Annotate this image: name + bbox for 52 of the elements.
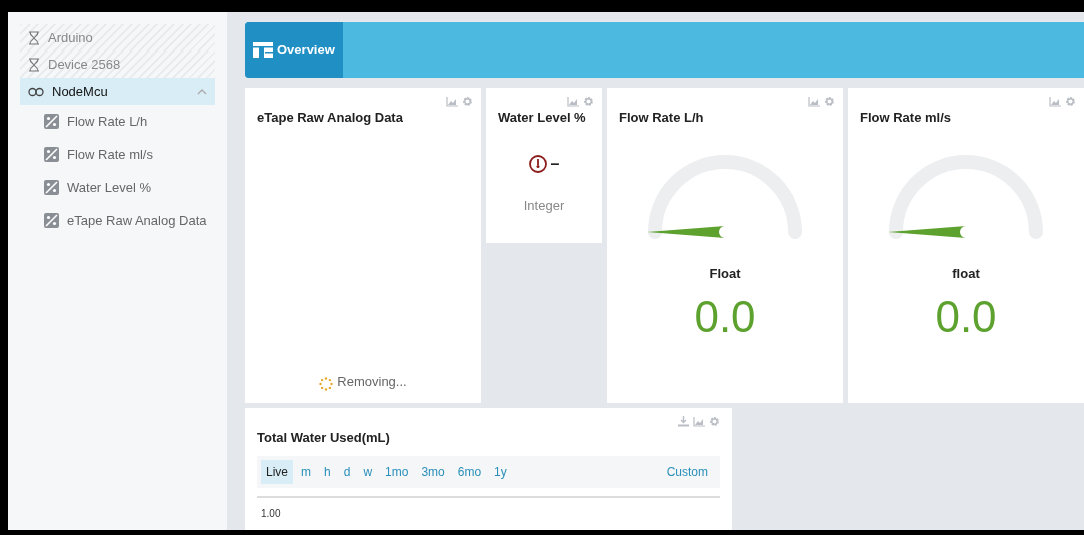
range-tab[interactable]: 6mo [452,459,487,484]
datastream-item[interactable]: Flow Rate ml/s [44,138,227,171]
range-tab[interactable]: 1y [489,459,512,484]
chart-icon[interactable] [1049,96,1061,107]
hourglass-icon [28,57,40,72]
widget-value: – [550,153,560,174]
widget-title: Total Water Used(mL) [257,429,390,447]
range-tab[interactable]: w [358,459,378,484]
dashboard-icon [253,42,273,58]
datastream-icon [44,213,59,228]
widget-title: Water Level % [498,109,586,127]
download-icon[interactable] [678,416,689,427]
range-tab[interactable]: 1mo [380,459,414,484]
status-text: Removing... [337,372,407,391]
value-type: float [952,264,980,283]
settings-icon[interactable] [1065,96,1076,107]
datastream-icon [44,147,59,162]
range-tab[interactable]: 3mo [416,459,450,484]
widget-title: eTape Raw Analog Data [257,109,403,127]
device-item[interactable]: NodeMcu [20,78,215,105]
widget-value: 0.0 [935,295,997,339]
widget-title: Flow Rate L/h [619,109,704,127]
datastream-item[interactable]: Flow Rate L/h [44,105,227,138]
range-tab[interactable]: d [338,459,356,484]
chart-icon[interactable] [693,416,705,427]
device-item[interactable]: Device 2568 [20,51,215,78]
datastream-icon [44,180,59,195]
value-type: Float [709,264,741,283]
widget-title: Flow Rate ml/s [860,109,952,127]
link-icon [28,86,44,97]
widget-value: 0.0 [694,295,756,339]
datastream-item[interactable]: Water Level % [44,171,227,204]
value-type: Integer [523,196,565,215]
range-tab[interactable]: h [319,459,336,484]
hourglass-icon [28,30,40,45]
settings-icon[interactable] [462,96,473,107]
chart-icon[interactable] [446,96,458,107]
axis-label: 1.00 [260,506,282,521]
chart-icon[interactable] [567,96,579,107]
settings-icon[interactable] [824,96,835,107]
datastream-icon [44,114,59,129]
range-tab[interactable]: Live [261,459,293,484]
spinner-icon [319,377,334,391]
settings-icon[interactable] [709,416,720,427]
range-tab[interactable]: m [296,459,316,484]
device-item[interactable]: Arduino [20,24,215,51]
overview-tab[interactable]: Overview [245,22,343,78]
settings-icon[interactable] [583,96,594,107]
chart-icon[interactable] [808,96,820,107]
caret-icon[interactable] [197,88,207,95]
datastream-item[interactable]: eTape Raw Analog Data [44,204,227,237]
custom-range-link[interactable]: Custom [658,462,716,481]
